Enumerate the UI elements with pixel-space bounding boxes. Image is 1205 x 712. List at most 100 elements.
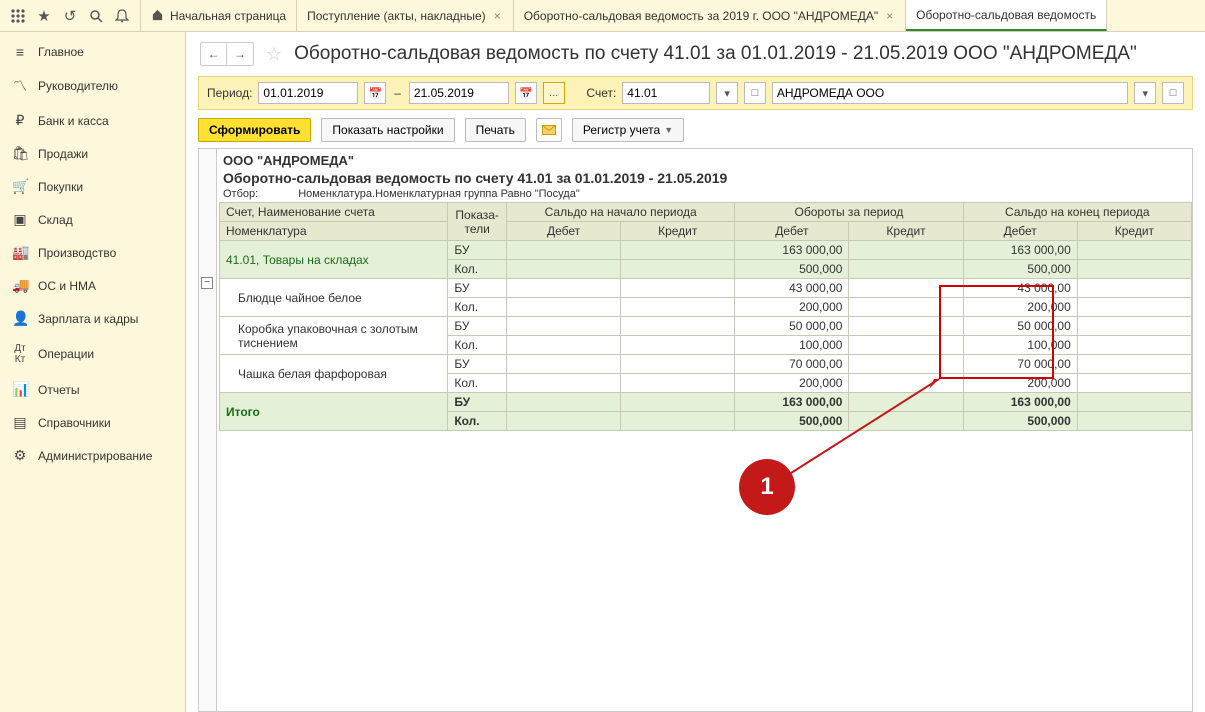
- cell: 163 000,00: [735, 393, 849, 412]
- table-row-total[interactable]: Итого БУ 163 000,00 163 000,00: [220, 393, 1192, 412]
- cell: [507, 317, 621, 336]
- sidebar-label: Банк и касса: [38, 114, 109, 128]
- calendar-icon[interactable]: 📅: [515, 82, 537, 104]
- box-icon: ▣: [12, 211, 28, 228]
- cell: 43 000,00: [735, 279, 849, 298]
- sidebar-item-operations[interactable]: ДтКт Операции: [0, 335, 185, 373]
- sidebar-label: Операции: [38, 347, 94, 361]
- table-row[interactable]: Чашка белая фарфоровая БУ 70 000,00 70 0…: [220, 355, 1192, 374]
- register-button[interactable]: Регистр учета▼: [572, 118, 684, 142]
- period-label: Период:: [207, 86, 252, 100]
- print-button[interactable]: Печать: [465, 118, 526, 142]
- register-label: Регистр учета: [583, 123, 660, 137]
- apps-icon[interactable]: [6, 4, 30, 28]
- mail-button[interactable]: [536, 118, 562, 142]
- calendar-icon[interactable]: 📅: [364, 82, 386, 104]
- search-icon[interactable]: [84, 4, 108, 28]
- cell: [507, 336, 621, 355]
- col-account: Счет, Наименование счета: [220, 203, 448, 222]
- cell: [507, 279, 621, 298]
- col-start-period: Сальдо на начало периода: [507, 203, 735, 222]
- menu-icon: ≡: [12, 44, 28, 60]
- report-header: ООО "АНДРОМЕДА" Оборотно-сальдовая ведом…: [219, 149, 1192, 202]
- cell: [1077, 355, 1191, 374]
- dropdown-icon[interactable]: ▾: [1134, 82, 1156, 104]
- cell: 50 000,00: [963, 317, 1077, 336]
- cell: [621, 374, 735, 393]
- open-icon[interactable]: □: [744, 82, 766, 104]
- table-row[interactable]: Коробка упаковочная с золотым тиснением …: [220, 317, 1192, 336]
- date-from-input[interactable]: [258, 82, 358, 104]
- sidebar-label: Зарплата и кадры: [38, 312, 138, 326]
- sidebar-item-sales[interactable]: 🛍Продажи: [0, 137, 185, 170]
- cell: 50 000,00: [735, 317, 849, 336]
- operations-icon: ДтКт: [12, 343, 28, 365]
- sidebar-item-payroll[interactable]: 👤Зарплата и кадры: [0, 302, 185, 335]
- cell: [1077, 412, 1191, 431]
- cell: [507, 241, 621, 260]
- settings-button[interactable]: Показать настройки: [321, 118, 454, 142]
- tab-osv-active[interactable]: Оборотно-сальдовая ведомость: [906, 0, 1107, 31]
- dropdown-icon[interactable]: ▾: [716, 82, 738, 104]
- favorite-star-icon[interactable]: ☆: [262, 44, 286, 65]
- tab-osv-2019[interactable]: Оборотно-сальдовая ведомость за 2019 г. …: [514, 0, 906, 31]
- tab-receipt[interactable]: Поступление (акты, накладные) ×: [297, 0, 514, 31]
- cell: [621, 355, 735, 374]
- report-filter: Отбор: Номенклатура.Номенклатурная групп…: [223, 188, 1188, 200]
- cell: 200,000: [963, 374, 1077, 393]
- cell: 43 000,00: [963, 279, 1077, 298]
- sidebar-item-bank[interactable]: ₽Банк и касса: [0, 104, 185, 137]
- sidebar-item-assets[interactable]: 🚚ОС и НМА: [0, 269, 185, 302]
- cell: [849, 336, 963, 355]
- history-icon[interactable]: ↺: [58, 4, 82, 28]
- cell: [849, 298, 963, 317]
- period-picker-button[interactable]: ...: [543, 82, 565, 104]
- sidebar-label: Главное: [38, 45, 84, 59]
- cell: [849, 279, 963, 298]
- sidebar-item-warehouse[interactable]: ▣Склад: [0, 203, 185, 236]
- table-row[interactable]: Блюдце чайное белое БУ 43 000,00 43 000,…: [220, 279, 1192, 298]
- trend-icon: 〽: [12, 76, 28, 96]
- nav-forward-button[interactable]: →: [227, 43, 253, 65]
- sidebar-label: Руководителю: [38, 79, 118, 93]
- page-title: Оборотно-сальдовая ведомость по счету 41…: [294, 43, 1137, 65]
- table-row[interactable]: 41.01, Товары на складах БУ 163 000,00 1…: [220, 241, 1192, 260]
- sidebar-item-purchases[interactable]: 🛒Покупки: [0, 170, 185, 203]
- cell: 163 000,00: [735, 241, 849, 260]
- cell: [849, 355, 963, 374]
- star-icon[interactable]: ★: [32, 4, 56, 28]
- close-icon[interactable]: ×: [884, 9, 895, 23]
- cell-indicator: БУ: [448, 241, 507, 260]
- sidebar-label: Покупки: [38, 180, 83, 194]
- nav-back-button[interactable]: ←: [201, 43, 227, 65]
- outline-toggle-icon[interactable]: −: [201, 277, 213, 289]
- account-input[interactable]: [622, 82, 710, 104]
- cell: 500,000: [735, 412, 849, 431]
- org-input[interactable]: [772, 82, 1129, 104]
- col-credit: Кредит: [849, 222, 963, 241]
- home-icon: [151, 8, 164, 24]
- sidebar-item-production[interactable]: 🏭Производство: [0, 236, 185, 269]
- bell-icon[interactable]: [110, 4, 134, 28]
- open-icon[interactable]: □: [1162, 82, 1184, 104]
- cell-indicator: БУ: [448, 393, 507, 412]
- factory-icon: 🏭: [12, 244, 28, 261]
- sidebar-item-reference[interactable]: ▤Справочники: [0, 406, 185, 439]
- cell: [621, 336, 735, 355]
- tab-home[interactable]: Начальная страница: [141, 0, 297, 31]
- cell-indicator: БУ: [448, 355, 507, 374]
- cell: [1077, 374, 1191, 393]
- close-icon[interactable]: ×: [492, 9, 503, 23]
- date-to-input[interactable]: [409, 82, 509, 104]
- sidebar-item-admin[interactable]: ⚙Администрирование: [0, 439, 185, 472]
- tab-osv-2019-label: Оборотно-сальдовая ведомость за 2019 г. …: [524, 9, 878, 23]
- cell-indicator: Кол.: [448, 412, 507, 431]
- col-end-period: Сальдо на конец периода: [963, 203, 1191, 222]
- sidebar-item-manager[interactable]: 〽 Руководителю: [0, 68, 185, 104]
- cell-indicator: Кол.: [448, 336, 507, 355]
- sidebar-item-main[interactable]: ≡ Главное: [0, 36, 185, 68]
- generate-button[interactable]: Сформировать: [198, 118, 311, 142]
- col-debit: Дебет: [963, 222, 1077, 241]
- sidebar-label: Администрирование: [38, 449, 152, 463]
- sidebar-item-reports[interactable]: 📊Отчеты: [0, 373, 185, 406]
